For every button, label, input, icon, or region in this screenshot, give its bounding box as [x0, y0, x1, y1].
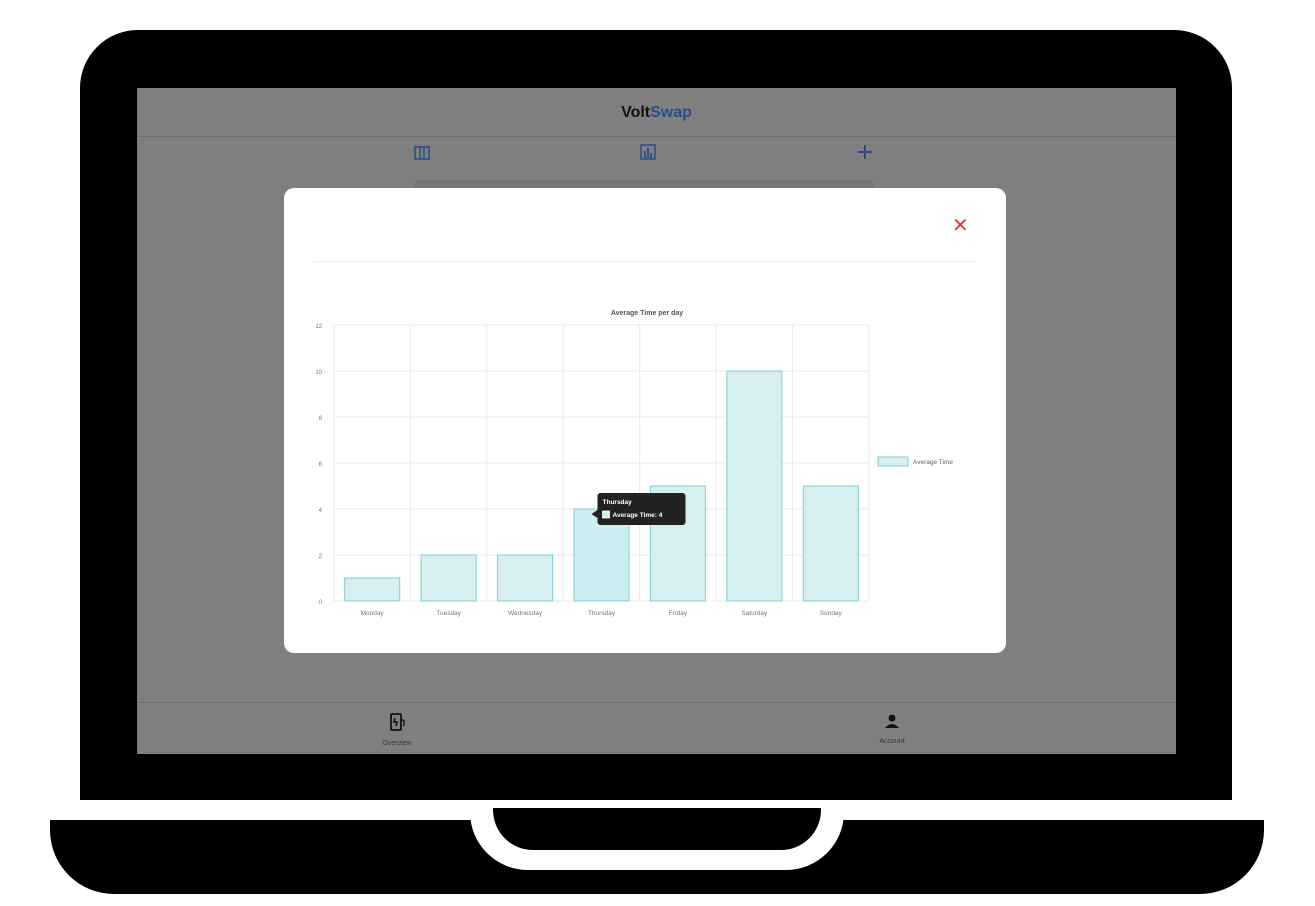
y-tick-label: 4 — [319, 508, 323, 514]
x-tick-label: Friday — [669, 610, 688, 617]
tooltip-title: Thursday — [603, 499, 633, 506]
map-icon[interactable] — [414, 144, 430, 165]
x-tick-label: Tuesday — [436, 610, 461, 617]
person-icon — [842, 713, 942, 734]
chart-bars — [344, 370, 859, 602]
laptop-notch-inner — [493, 808, 821, 850]
bar-tuesday — [420, 554, 477, 602]
brand-logo: VoltSwap — [137, 104, 1176, 122]
y-tick-label: 6 — [319, 462, 323, 468]
tooltip-swatch — [602, 510, 610, 519]
x-tick-label: Monday — [361, 610, 385, 617]
bar-saturday — [726, 370, 783, 602]
tab-bar — [137, 138, 1176, 172]
bar-chart-icon[interactable] — [640, 144, 656, 165]
app-screen: VoltSwap Overview Account ✕ 0 2 4 6 8 10… — [137, 88, 1176, 754]
plus-icon[interactable] — [857, 144, 873, 165]
brand-text-swap: Swap — [650, 104, 692, 121]
y-tick-label: 8 — [319, 416, 323, 422]
x-tick-label: Wednesday — [508, 610, 543, 617]
x-tick-label: Saturday — [741, 610, 768, 617]
tooltip-box — [597, 493, 686, 525]
chart-title: Average Time per day — [611, 310, 683, 317]
y-tick-label: 10 — [315, 370, 322, 376]
y-tick-label: 2 — [319, 554, 323, 560]
bar-monday — [344, 577, 401, 602]
chart-legend: Average Time — [877, 456, 953, 467]
x-tick-label: Sunday — [820, 610, 843, 617]
x-tick-label: Thursday — [588, 610, 616, 617]
chart-tooltip: Thursday Average Time: 4 — [591, 493, 686, 525]
chart-modal: ✕ 0 2 4 6 8 10 12 Monday Tuesday Wednesday Thursda… — [284, 188, 1006, 653]
legend-swatch — [877, 456, 909, 467]
bar-chart: 0 2 4 6 8 10 12 Monday Tuesday Wednesday Thursday F… — [315, 310, 953, 617]
tooltip-text: Average Time: 4 — [613, 512, 663, 519]
y-tick-label: 0 — [319, 600, 323, 606]
bar-sunday — [802, 485, 859, 602]
brand-text-volt: Volt — [621, 104, 651, 121]
top-bar: VoltSwap — [137, 88, 1176, 137]
nav-account[interactable]: Account — [842, 713, 942, 745]
nav-account-label: Account — [879, 738, 905, 745]
y-tick-label: 12 — [315, 324, 322, 330]
bar-wednesday — [497, 554, 554, 602]
legend-label: Average Time — [913, 459, 953, 466]
nav-overview[interactable]: Overview — [347, 713, 447, 747]
nav-overview-label: Overview — [382, 740, 412, 747]
bottom-nav: Overview Account — [137, 702, 1176, 754]
ev-station-icon — [347, 713, 447, 736]
